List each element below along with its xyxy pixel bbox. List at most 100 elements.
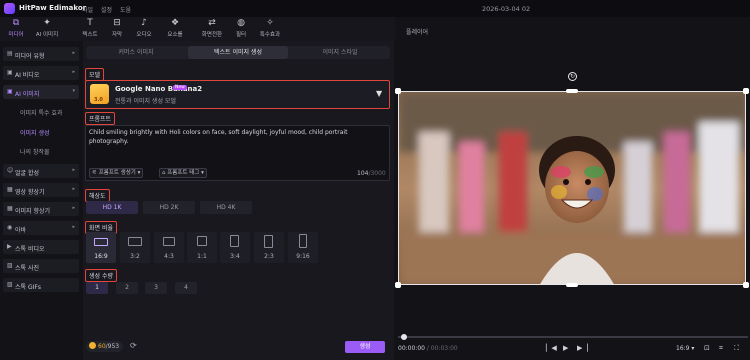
face-icon: ☺ xyxy=(7,167,14,174)
wand-icon: ⚟ xyxy=(92,170,99,176)
filter-icon: ◍ xyxy=(237,18,245,28)
rotate-handle-icon[interactable]: ↻ xyxy=(568,72,577,81)
refresh-icon[interactable]: ⟳ xyxy=(130,341,137,350)
tool-effects[interactable]: ✧ 특수효과 xyxy=(257,17,283,41)
ai-image-icon: ▣ xyxy=(7,88,13,95)
preview-image[interactable] xyxy=(398,91,746,285)
left-nav: ▤ 미디어 유형 ▸ ▣ AI 비디오 ▸ ▣ AI 이미지 ▾ 이미지 특수 효과 이미지… xyxy=(0,44,82,360)
nav-video-enhancer[interactable]: ▦ 영상 향상기 ▸ xyxy=(3,183,79,197)
stock-video-icon: ▶ xyxy=(7,243,12,250)
play-icon[interactable]: ▶ xyxy=(563,344,568,352)
quantity-1[interactable]: 1 xyxy=(86,282,108,294)
char-count: 104/3000 xyxy=(357,170,386,177)
effects-icon: ✧ xyxy=(266,18,274,28)
tab-commerce-image[interactable]: 커머스 이미지 xyxy=(86,46,186,59)
aspect-ratio-select[interactable]: 16:9 ▾ xyxy=(676,345,694,352)
app-logo-icon xyxy=(4,3,15,14)
ratio-9-16-icon xyxy=(299,234,307,248)
ratio-2-3[interactable]: 2:3 xyxy=(254,232,284,263)
prompt-tags-button[interactable]: ⌂ 프롬프트 태그 ▾ xyxy=(159,168,207,178)
previous-frame-icon[interactable]: ▏◀ xyxy=(546,344,557,352)
tool-audio[interactable]: ♪ 오디오 xyxy=(131,17,157,41)
model-description: 전통과 이미지 생성 모델 xyxy=(115,98,176,105)
prompt-section-label: 프롬프트 xyxy=(85,112,116,125)
ratio-3-2[interactable]: 3:2 xyxy=(120,232,150,263)
generate-button[interactable]: 생성 xyxy=(345,341,385,353)
tool-text[interactable]: T 텍스트 xyxy=(77,17,103,41)
nav-stock-photo[interactable]: ▨ 스톡 사진 xyxy=(3,259,79,273)
nav-ai-image[interactable]: ▣ AI 이미지 ▾ xyxy=(3,85,79,99)
nav-sub-image-generate[interactable]: 이미지 생성 xyxy=(20,128,50,137)
nav-sub-image-effects[interactable]: 이미지 특수 효과 xyxy=(20,108,62,117)
quantity-2[interactable]: 2 xyxy=(116,282,138,294)
quantity-3[interactable]: 3 xyxy=(145,282,167,294)
resolution-hd2k[interactable]: HD 2K xyxy=(143,201,195,214)
resize-handle-bottom-left[interactable] xyxy=(395,282,401,288)
chevron-right-icon: ▸ xyxy=(72,69,75,75)
tool-subtitle[interactable]: ⊟ 자막 xyxy=(104,17,130,41)
menu-settings[interactable]: 설정 xyxy=(101,5,112,14)
ratio-1-1[interactable]: 1:1 xyxy=(187,232,217,263)
ratio-16-9[interactable]: 16:9 xyxy=(86,232,116,263)
resize-handle-top[interactable] xyxy=(566,89,578,93)
player-label: 플레이어 xyxy=(406,29,429,36)
resize-handle-top-left[interactable] xyxy=(395,88,401,94)
nav-image-enhancer[interactable]: ▦ 이미지 향상기 ▸ xyxy=(3,202,79,216)
nav-stock-video[interactable]: ▶ 스톡 비디오 xyxy=(3,240,79,254)
crop-icon[interactable]: ⌗ xyxy=(719,344,723,353)
audio-icon: ♪ xyxy=(141,18,147,28)
tool-transition[interactable]: ⇄ 화면전환 xyxy=(199,17,225,41)
nav-avatar[interactable]: ◉ 아바 ▸ xyxy=(3,221,79,235)
nav-stock-gif[interactable]: ▧ 스톡 GIFs xyxy=(3,278,79,292)
transition-icon: ⇄ xyxy=(208,18,216,28)
title-datetime: 2026-03-04 02 xyxy=(482,5,531,13)
chevron-right-icon: ▸ xyxy=(72,186,75,192)
chevron-right-icon: ▸ xyxy=(72,50,75,56)
chevron-right-icon: ▸ xyxy=(72,205,75,211)
tool-media[interactable]: ⧉ 미디어 xyxy=(3,17,29,41)
image-enhance-icon: ▦ xyxy=(7,205,13,212)
chevron-right-icon: ▸ xyxy=(72,224,75,230)
quantity-4[interactable]: 4 xyxy=(175,282,197,294)
nav-media-type[interactable]: ▤ 미디어 유형 ▸ xyxy=(3,47,79,61)
model-name: Google Nano Banana2 xyxy=(115,85,203,93)
resize-handle-bottom-right[interactable] xyxy=(743,282,749,288)
nav-sub-my-creations[interactable]: 나의 창작물 xyxy=(20,147,50,156)
ratio-9-16[interactable]: 9:16 xyxy=(288,232,318,263)
ai-video-icon: ▣ xyxy=(7,69,13,76)
prompt-text[interactable]: Child smiling brightly with Holi colors … xyxy=(89,128,384,146)
menu-file[interactable]: 파일 xyxy=(82,5,93,14)
nav-ai-video[interactable]: ▣ AI 비디오 ▸ xyxy=(3,66,79,80)
tool-element[interactable]: ❖ 요소를 xyxy=(162,17,188,41)
resolution-hd1k[interactable]: HD 1K xyxy=(86,201,138,214)
quantity-section-label: 생성 수량 xyxy=(85,269,117,282)
fullscreen-icon[interactable]: ⛶ xyxy=(734,344,739,353)
menu-help[interactable]: 도움 xyxy=(120,5,131,14)
caret-down-icon[interactable]: ▼ xyxy=(376,89,382,98)
enhance-icon: ▦ xyxy=(7,186,13,193)
camera-icon[interactable]: ⊡ xyxy=(704,344,710,352)
element-icon: ❖ xyxy=(170,18,180,28)
nav-face-swap[interactable]: ☺ 얼굴 합성 ▸ xyxy=(3,164,79,178)
timecode: 00:00:00 / 00:03:00 xyxy=(398,345,458,352)
text-icon: T xyxy=(87,18,93,28)
tab-image-style[interactable]: 이미지 스타일 xyxy=(290,46,390,59)
chevron-down-icon: ▾ xyxy=(72,88,75,94)
ratio-4-3[interactable]: 4:3 xyxy=(154,232,184,263)
tool-filter[interactable]: ◍ 필터 xyxy=(228,17,254,41)
tool-ai-image[interactable]: ✦ AI 이미지 xyxy=(34,17,60,41)
timeline-track[interactable] xyxy=(398,336,748,338)
ratio-3-4[interactable]: 3:4 xyxy=(220,232,250,263)
resize-handle-bottom[interactable] xyxy=(566,283,578,287)
ratio-3-2-icon xyxy=(128,237,142,246)
media-icon: ⧉ xyxy=(12,18,20,28)
ai-image-icon: ✦ xyxy=(43,18,51,28)
main-toolbar: ⧉ 미디어 ✦ AI 이미지 T 텍스트 ⊟ 자막 ♪ 오디오 ❖ 요소를 ⇄ 화면전환 ◍ 필… xyxy=(0,17,395,41)
resize-handle-top-right[interactable] xyxy=(743,88,749,94)
resolution-hd4k[interactable]: HD 4K xyxy=(200,201,252,214)
next-frame-icon[interactable]: ▶▕ xyxy=(577,344,588,352)
playhead-handle[interactable] xyxy=(401,334,407,340)
credits-counter: 60/953 xyxy=(86,341,124,352)
tab-text-to-image[interactable]: 텍스트 이미지 생성 xyxy=(188,46,288,59)
prompt-generator-button[interactable]: ⚟ 프롬프트 생성기 ▾ xyxy=(89,168,144,178)
